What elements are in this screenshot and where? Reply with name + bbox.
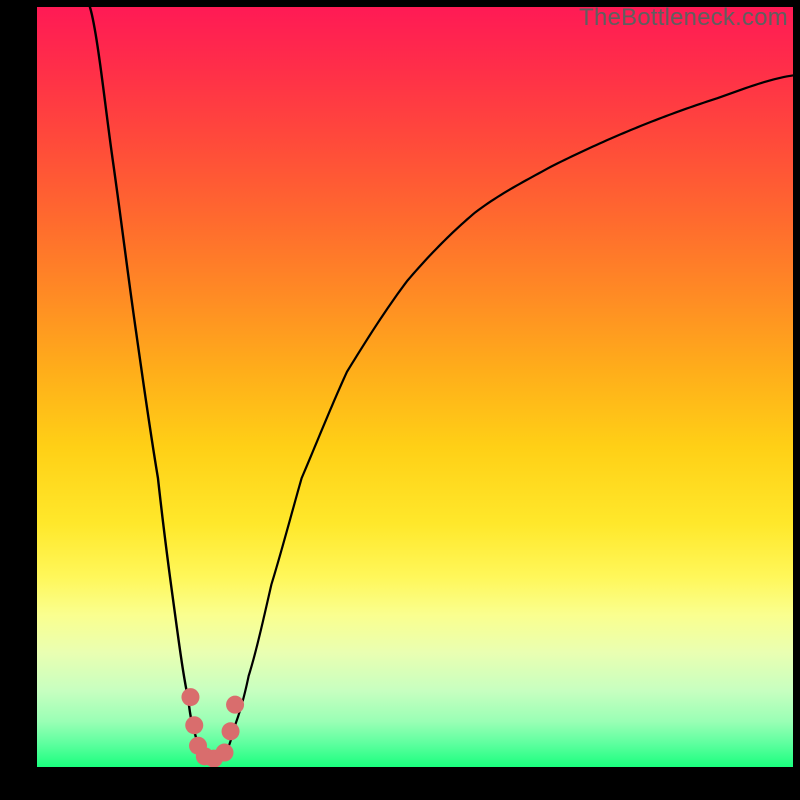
marker-dot bbox=[181, 688, 199, 706]
marker-dot bbox=[185, 716, 203, 734]
plot-area bbox=[37, 7, 793, 767]
bottleneck-curve bbox=[90, 7, 793, 759]
marker-dot bbox=[215, 744, 233, 762]
chart-frame: TheBottleneck.com bbox=[0, 0, 800, 800]
curves-layer bbox=[37, 7, 793, 767]
pink-marker-group bbox=[181, 688, 244, 767]
marker-dot bbox=[226, 696, 244, 714]
marker-dot bbox=[222, 722, 240, 740]
watermark-text: TheBottleneck.com bbox=[579, 4, 788, 32]
